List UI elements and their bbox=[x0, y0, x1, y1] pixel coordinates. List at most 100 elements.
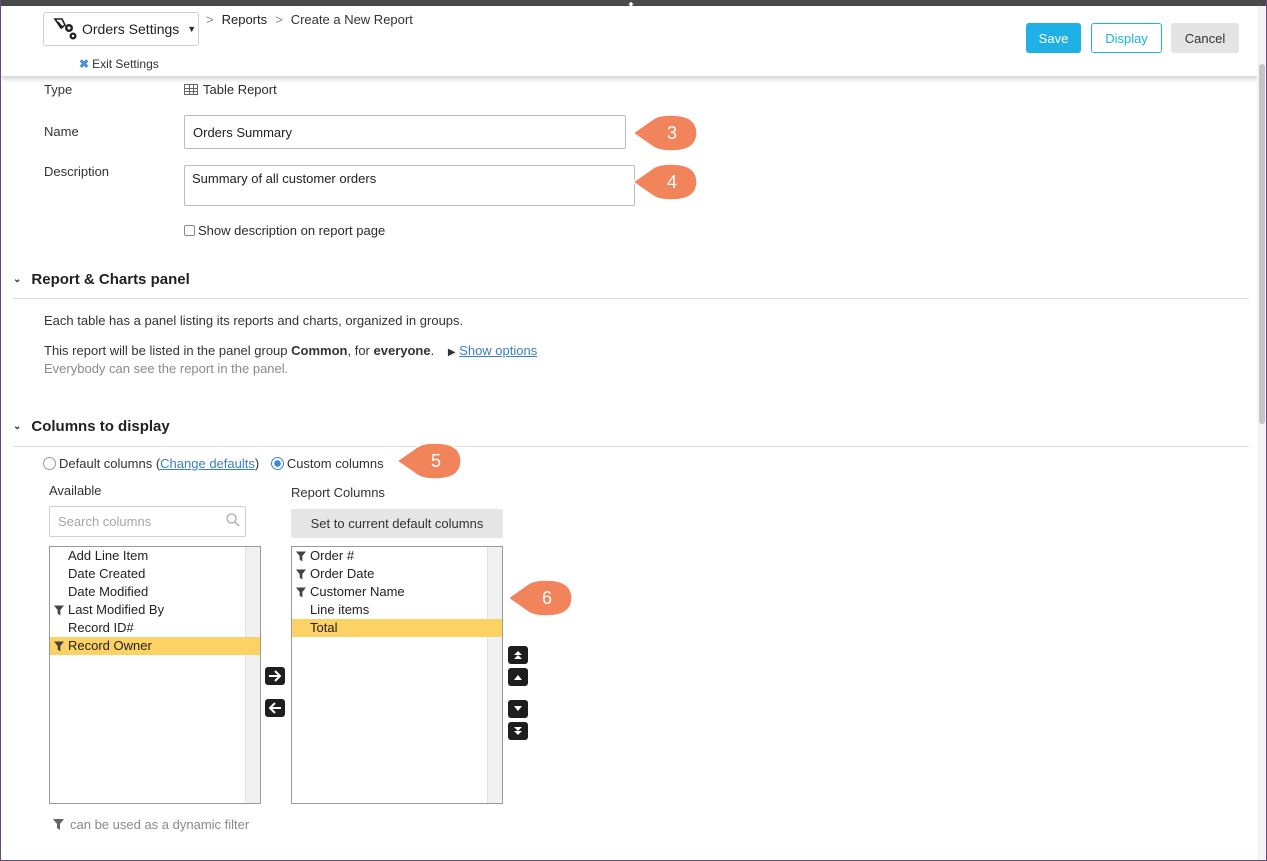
list-item[interactable]: Customer Name bbox=[292, 583, 502, 601]
panel-listing-text: This report will be listed in the panel … bbox=[44, 343, 537, 358]
report-columns-title: Report Columns bbox=[291, 485, 385, 500]
funnel-icon bbox=[54, 641, 64, 652]
listing-prefix: This report will be listed in the panel … bbox=[44, 343, 292, 358]
chevron-down-icon bbox=[514, 706, 522, 711]
breadcrumb-separator-icon: > bbox=[275, 12, 283, 27]
double-chevron-down-icon bbox=[514, 727, 522, 735]
panel-intro: Each table has a panel listing its repor… bbox=[44, 313, 464, 328]
callout-number: 5 bbox=[431, 451, 441, 471]
breadcrumb-reports[interactable]: Reports bbox=[222, 12, 268, 27]
list-item[interactable]: Order # bbox=[292, 547, 502, 565]
panel-group: Common bbox=[291, 343, 348, 358]
caret-right-icon: ▶ bbox=[447, 347, 456, 358]
callout-badge: 5 bbox=[395, 442, 462, 480]
filter-footnote: can be used as a dynamic filter bbox=[53, 817, 249, 832]
app-frame: ⬆ Orders Settings ▼ > Reports > Create a… bbox=[0, 0, 1267, 861]
callout-number: 4 bbox=[667, 172, 677, 192]
move-bottom-button[interactable] bbox=[508, 722, 528, 740]
callout-badge: 3 bbox=[631, 114, 698, 152]
list-item-label: Order Date bbox=[310, 566, 375, 581]
settings-label: Orders Settings bbox=[82, 21, 180, 37]
list-item[interactable]: Total bbox=[292, 619, 502, 637]
type-value-text: Table Report bbox=[203, 82, 277, 97]
list-item-label: Add Line Item bbox=[68, 548, 149, 563]
show-description-label: Show description on report page bbox=[198, 223, 386, 238]
footnote-text: can be used as a dynamic filter bbox=[70, 817, 250, 832]
show-description-row[interactable]: Show description on report page bbox=[184, 223, 385, 238]
list-item[interactable]: Last Modified By bbox=[50, 601, 260, 619]
set-default-columns-button[interactable]: Set to current default columns bbox=[291, 509, 503, 538]
list-item-label: Date Modified bbox=[68, 584, 149, 599]
page-scrollbar-thumb[interactable] bbox=[1259, 64, 1265, 424]
list-item[interactable]: Add Line Item bbox=[50, 547, 260, 565]
default-columns-radio[interactable] bbox=[43, 457, 56, 470]
panel-audience: everyone bbox=[373, 343, 431, 358]
save-button[interactable]: Save bbox=[1026, 23, 1081, 53]
list-item-label: Date Created bbox=[68, 566, 146, 581]
list-item[interactable]: Record ID# bbox=[50, 619, 260, 637]
move-top-button[interactable] bbox=[508, 646, 528, 664]
chevron-down-icon: ⌄ bbox=[13, 274, 22, 285]
breadcrumb-current: Create a New Report bbox=[290, 12, 413, 27]
list-item-label: Record Owner bbox=[68, 638, 152, 653]
table-grid-icon bbox=[184, 84, 198, 95]
list-item-label: Record ID# bbox=[68, 620, 134, 635]
custom-columns-radio[interactable] bbox=[270, 457, 284, 470]
cancel-button[interactable]: Cancel bbox=[1171, 23, 1239, 53]
report-columns-list[interactable]: Order # Order Date Customer Name Line items… bbox=[291, 546, 503, 804]
list-item[interactable]: Date Modified bbox=[50, 583, 260, 601]
search-icon[interactable] bbox=[226, 513, 240, 527]
settings-gear-icon bbox=[53, 18, 77, 40]
type-label: Type bbox=[44, 82, 73, 97]
breadcrumb-separator-icon: > bbox=[206, 12, 214, 27]
show-options-link[interactable]: Show options bbox=[459, 343, 537, 358]
description-label: Description bbox=[44, 164, 110, 179]
double-chevron-up-icon bbox=[514, 651, 522, 659]
arrow-left-icon bbox=[268, 702, 281, 714]
caret-down-icon: ▼ bbox=[187, 24, 197, 34]
funnel-icon bbox=[296, 569, 306, 580]
name-label: Name bbox=[44, 124, 79, 139]
add-column-button[interactable] bbox=[265, 667, 285, 685]
exit-settings-link[interactable]: ✖ Exit Settings bbox=[79, 57, 159, 71]
section-title: Report & Charts panel bbox=[31, 271, 190, 288]
section-title: Columns to display bbox=[31, 418, 170, 435]
page-scrollbar[interactable] bbox=[1257, 6, 1266, 860]
list-item[interactable]: Record Owner bbox=[50, 637, 260, 655]
list-item[interactable]: Order Date bbox=[292, 565, 502, 583]
orders-settings-dropdown[interactable]: Orders Settings ▼ bbox=[43, 12, 199, 46]
list-item-label: Last Modified By bbox=[68, 602, 165, 617]
list-item[interactable]: Line items bbox=[292, 601, 502, 619]
settings-header: Orders Settings ▼ > Reports > Create a N… bbox=[1, 6, 1259, 76]
listing-mid: , for bbox=[347, 343, 374, 358]
show-description-checkbox[interactable] bbox=[184, 225, 195, 236]
funnel-icon bbox=[54, 605, 64, 616]
name-input[interactable] bbox=[184, 115, 626, 149]
funnel-icon bbox=[53, 819, 64, 830]
list-item[interactable]: Date Created bbox=[50, 565, 260, 583]
section-divider bbox=[13, 446, 1249, 447]
change-defaults-link[interactable]: Change defaults bbox=[160, 456, 255, 471]
available-title: Available bbox=[49, 483, 102, 498]
search-columns-input[interactable] bbox=[49, 506, 246, 537]
available-items: Add Line Item Date Created Date Modified La… bbox=[50, 547, 260, 655]
report-charts-panel-header[interactable]: ⌄ Report & Charts panel bbox=[13, 271, 190, 288]
description-textarea[interactable] bbox=[184, 165, 635, 206]
panel-note: Everybody can see the report in the pane… bbox=[44, 361, 289, 376]
funnel-icon bbox=[296, 551, 306, 562]
callout-badge: 4 bbox=[631, 163, 698, 201]
default-columns-label: Default columns bbox=[59, 456, 153, 471]
display-button[interactable]: Display bbox=[1091, 23, 1162, 53]
remove-column-button[interactable] bbox=[265, 699, 285, 717]
available-columns-list[interactable]: Add Line Item Date Created Date Modified La… bbox=[49, 546, 261, 804]
section-divider bbox=[13, 298, 1249, 299]
move-up-button[interactable] bbox=[508, 668, 528, 686]
list-item-label: Line items bbox=[310, 602, 370, 617]
column-mode-row: Default columns (Change defaults) Custom… bbox=[43, 456, 384, 471]
list-item-label: Total bbox=[310, 620, 338, 635]
callout-number: 6 bbox=[542, 588, 552, 608]
chevron-up-icon bbox=[514, 675, 522, 680]
move-down-button[interactable] bbox=[508, 700, 528, 718]
listing-suffix: . bbox=[430, 343, 435, 358]
columns-to-display-header[interactable]: ⌄ Columns to display bbox=[13, 418, 170, 435]
